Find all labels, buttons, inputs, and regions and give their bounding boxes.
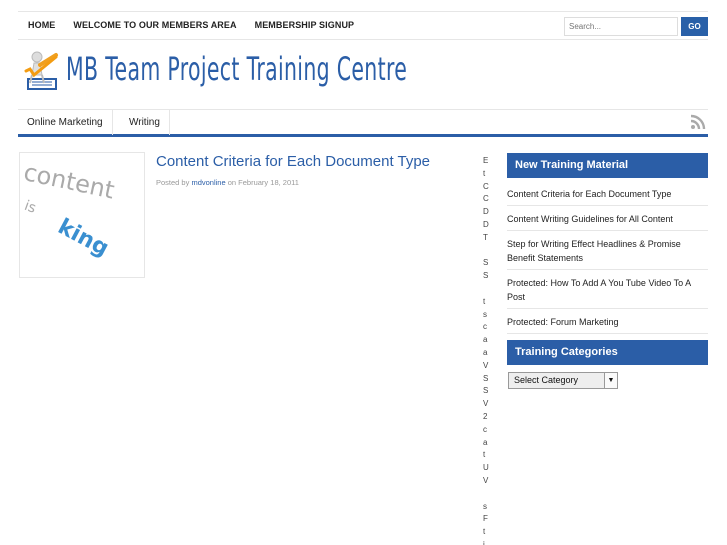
clipped-line: t — [483, 296, 486, 306]
post-thumbnail[interactable]: content is king — [19, 152, 145, 278]
category-select[interactable]: Select Category ▼ — [508, 372, 618, 389]
new-training-list: Content Criteria for Each Document Type … — [507, 181, 708, 334]
logo-figure-icon[interactable] — [22, 51, 62, 93]
clipped-line: U — [483, 463, 489, 473]
new-training-item[interactable]: Protected: How To Add A You Tube Video T… — [507, 270, 708, 309]
top-nav-members-area[interactable]: WELCOME TO OUR MEMBERS AREA — [73, 20, 236, 30]
main-nav-writing[interactable]: Writing — [120, 110, 170, 135]
site-title[interactable]: MB Team Project Training Centre — [66, 50, 407, 88]
top-nav: HOME WELCOME TO OUR MEMBERS AREA MEMBERS… — [28, 20, 372, 30]
top-bar: HOME WELCOME TO OUR MEMBERS AREA MEMBERS… — [18, 11, 708, 40]
thumbnail-word-is: is — [22, 198, 38, 217]
thumbnail-word-content: content — [21, 158, 117, 204]
clipped-line: t — [483, 450, 486, 460]
main-nav-online-marketing[interactable]: Online Marketing — [18, 110, 113, 135]
clipped-line: D — [483, 207, 489, 217]
new-training-item[interactable]: Content Writing Guidelines for All Conte… — [507, 206, 708, 231]
clipped-line: V — [483, 360, 489, 370]
clipped-line: S — [483, 373, 489, 383]
dropdown-arrow-icon[interactable]: ▼ — [604, 373, 617, 388]
clipped-line: c — [483, 322, 487, 332]
training-categories-heading: Training Categories — [507, 340, 708, 365]
clipped-line: t — [483, 527, 486, 537]
clipped-line: F — [483, 514, 488, 524]
clipped-line: t — [483, 168, 486, 178]
new-training-item[interactable]: Content Criteria for Each Document Type — [507, 181, 708, 206]
clipped-line: c — [483, 424, 487, 434]
search-input[interactable] — [564, 17, 678, 36]
clipped-line: V — [483, 399, 489, 409]
content-is-king-image: content is king — [21, 158, 117, 262]
clipped-line — [483, 488, 491, 501]
rss-icon[interactable] — [690, 114, 706, 130]
new-training-item[interactable]: Protected: Forum Marketing — [507, 309, 708, 334]
clipped-line: C — [483, 194, 489, 204]
category-select-value: Select Category — [514, 375, 579, 385]
post-date: February 18, 2011 — [238, 178, 299, 187]
clipped-line — [483, 283, 491, 296]
post-meta: Posted by mdvonline on February 18, 2011 — [156, 178, 299, 187]
clipped-line: S — [483, 386, 489, 396]
clipped-post-text: E t C C D D T S S t s c a a V S S V 2 c … — [483, 155, 491, 545]
post-author-link[interactable]: mdvonline — [191, 178, 225, 187]
clipped-line: S — [483, 271, 489, 281]
post-meta-prefix: Posted by — [156, 178, 190, 187]
post-meta-on: on — [227, 178, 237, 187]
clipped-line: E — [483, 156, 489, 165]
clipped-line: 2 — [483, 411, 488, 421]
top-nav-home[interactable]: HOME — [28, 20, 55, 30]
clipped-line: S — [483, 258, 489, 268]
clipped-line: T — [483, 232, 488, 242]
thumbnail-word-king: king — [54, 214, 113, 261]
clipped-line: V — [483, 475, 489, 485]
clipped-line: s — [483, 309, 487, 319]
search-go-button[interactable]: GO — [681, 17, 708, 36]
clipped-line: C — [483, 181, 489, 191]
clipped-line: i — [483, 539, 485, 545]
new-training-item[interactable]: Step for Writing Effect Headlines & Prom… — [507, 231, 708, 270]
new-training-heading: New Training Material — [507, 153, 708, 178]
main-nav: Online Marketing Writing — [18, 109, 708, 137]
clipped-line: a — [483, 335, 488, 345]
post-title[interactable]: Content Criteria for Each Document Type — [156, 153, 430, 170]
clipped-line: a — [483, 437, 488, 447]
clipped-line — [483, 245, 491, 258]
clipped-line: s — [483, 501, 487, 511]
clipped-line: D — [483, 219, 489, 229]
top-nav-membership-signup[interactable]: MEMBERSHIP SIGNUP — [255, 20, 355, 30]
clipped-line: a — [483, 347, 488, 357]
